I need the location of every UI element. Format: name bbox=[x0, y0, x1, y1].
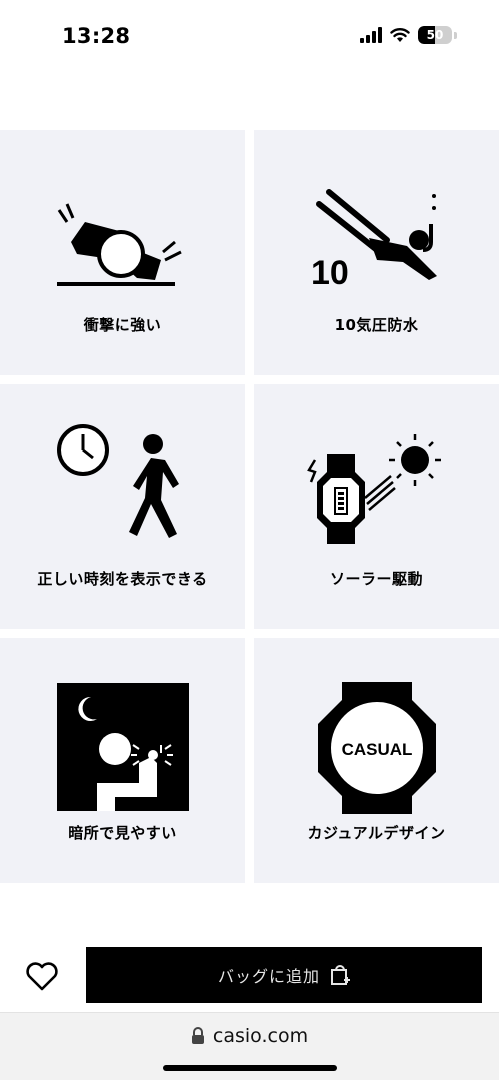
feature-label-backlight: 暗所で見やすい bbox=[68, 824, 177, 842]
solar-power-icon bbox=[306, 434, 441, 544]
feature-tile-water-resist: 10 10気圧防水 bbox=[254, 130, 499, 375]
url-text: casio.com bbox=[212, 1025, 309, 1047]
status-time: 13:28 bbox=[62, 24, 131, 48]
wifi-icon bbox=[390, 28, 410, 42]
shock-resist-icon bbox=[56, 203, 182, 286]
water-resist-icon: 10 bbox=[311, 189, 437, 290]
url-field[interactable]: casio.com bbox=[0, 1025, 499, 1047]
battery-icon: 50 bbox=[418, 26, 452, 44]
feature-label-shock-resist: 衝撃に強い bbox=[83, 316, 162, 334]
feature-tile-shock-resist: 衝撃に強い bbox=[0, 130, 245, 375]
favorite-button[interactable] bbox=[22, 956, 62, 996]
heart-icon bbox=[26, 962, 58, 991]
backlight-icon bbox=[56, 683, 189, 811]
water-resist-number: 10 bbox=[311, 254, 349, 290]
feature-tile-casual: CASUAL カジュアルデザイン bbox=[254, 638, 499, 883]
feature-label-accurate-time: 正しい時刻を表示できる bbox=[37, 570, 208, 588]
feature-label-water-resist: 10気圧防水 bbox=[334, 316, 419, 334]
bottom-action-bar: バッグに追加 bbox=[0, 940, 499, 1012]
add-to-bag-label: バッグに追加 bbox=[217, 967, 320, 986]
feature-tile-backlight: 暗所で見やすい bbox=[0, 638, 245, 883]
home-indicator[interactable] bbox=[163, 1065, 337, 1071]
lock-icon bbox=[191, 1027, 204, 1044]
feature-tile-accurate-time: 正しい時刻を表示できる bbox=[0, 384, 245, 629]
status-bar: 13:28 50 bbox=[0, 0, 499, 75]
feature-label-casual: カジュアルデザイン bbox=[307, 824, 446, 842]
casual-icon-text: CASUAL bbox=[341, 740, 412, 759]
feature-label-solar: ソーラー駆動 bbox=[329, 570, 423, 588]
feature-tile-solar: ソーラー駆動 bbox=[254, 384, 499, 629]
cellular-signal-icon bbox=[360, 27, 382, 43]
add-to-bag-button[interactable]: バッグに追加 bbox=[86, 947, 482, 1003]
battery-level: 50 bbox=[426, 28, 444, 42]
accurate-time-icon bbox=[56, 424, 179, 538]
browser-address-bar: casio.com bbox=[0, 1012, 499, 1080]
casual-design-icon: CASUAL bbox=[317, 682, 436, 814]
status-icons: 50 bbox=[360, 26, 457, 44]
bag-add-icon bbox=[331, 965, 350, 985]
